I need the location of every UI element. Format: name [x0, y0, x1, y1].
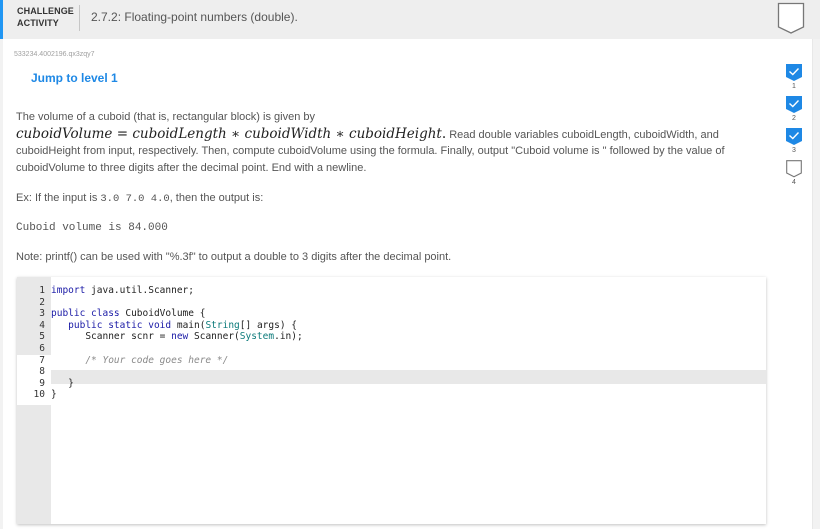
- line-number: 10: [33, 389, 45, 401]
- level-1-button[interactable]: 1: [783, 64, 805, 96]
- activity-type-line2: ACTIVITY: [17, 18, 59, 28]
- activity-title: 2.7.2: Floating-point numbers (double).: [91, 10, 298, 24]
- code-editor[interactable]: 1 import java.util.Scanner; 2 3 public class…: [17, 277, 766, 524]
- formula-op-2: ∗: [335, 125, 345, 142]
- line-number: 2: [39, 296, 45, 308]
- code-text[interactable]: Scanner scnr = new Scanner(System.in);: [48, 331, 303, 343]
- code-line[interactable]: 3 public class CuboidVolume {: [17, 308, 303, 320]
- level-4-button[interactable]: 4: [783, 160, 805, 192]
- code-text[interactable]: /* Your code goes here */: [48, 355, 228, 367]
- example-output: Cuboid volume is 84.000: [16, 222, 168, 234]
- example-input: 3.0 7.0 4.0: [100, 193, 170, 205]
- code-keyword: public class: [51, 308, 120, 320]
- right-rule: [812, 39, 820, 529]
- line-number: 5: [39, 331, 45, 343]
- code-text[interactable]: }: [48, 389, 57, 401]
- code-text[interactable]: [48, 297, 51, 309]
- note-text: Note: printf() can be used with "%.3f" t…: [16, 251, 452, 263]
- code-keyword: public static void: [68, 319, 172, 331]
- incomplete-badge-icon: [777, 2, 805, 35]
- code-token: [] args) {: [239, 319, 297, 331]
- code-keyword: new: [171, 331, 189, 343]
- level-list: 1 2 3 4: [783, 64, 805, 192]
- code-line[interactable]: 10}: [17, 389, 303, 401]
- activity-id: 533234.4002196.qx3zqy7: [14, 51, 95, 58]
- code-text[interactable]: [48, 343, 51, 355]
- formula-term-length: cuboidLength: [132, 125, 227, 142]
- formula-term-width: cuboidWidth: [244, 125, 332, 142]
- code-line[interactable]: 9 }: [17, 378, 303, 390]
- line-number: 3: [39, 308, 45, 320]
- code-type: String: [205, 319, 240, 331]
- check-badge-icon: [786, 96, 802, 113]
- left-rule: [0, 39, 3, 529]
- code-token: }: [51, 377, 74, 389]
- code-text[interactable]: public static void main(String[] args) {: [48, 320, 297, 332]
- level-number: 1: [792, 83, 796, 90]
- level-2-button[interactable]: 2: [783, 96, 805, 128]
- activity-type-label: CHALLENGE ACTIVITY: [17, 5, 79, 29]
- code-token: }: [51, 389, 57, 401]
- formula: cuboidVolume = cuboidLength ∗ cuboidWidt…: [16, 126, 446, 142]
- prompt-intro: The volume of a cuboid (that is, rectang…: [16, 111, 315, 123]
- code-token: Scanner(: [188, 331, 240, 343]
- code-text[interactable]: public class CuboidVolume {: [48, 308, 205, 320]
- example-prefix: Ex: If the input is: [16, 192, 101, 204]
- line-number: 4: [39, 319, 45, 331]
- level-number: 2: [792, 115, 796, 122]
- formula-equals: =: [116, 125, 129, 142]
- line-number: 7: [39, 354, 45, 366]
- line-number: 8: [39, 366, 45, 378]
- code-line[interactable]: 4 public static void main(String[] args)…: [17, 320, 303, 332]
- check-badge-icon: [786, 64, 802, 81]
- line-number: 1: [39, 285, 45, 296]
- code-token: main(: [171, 319, 206, 331]
- code-line[interactable]: 8: [17, 366, 303, 378]
- code-text[interactable]: }: [48, 378, 74, 390]
- formula-lhs: cuboidVolume: [16, 125, 113, 142]
- code-line[interactable]: 5 Scanner scnr = new Scanner(System.in);: [17, 331, 303, 343]
- code-token: CuboidVolume {: [119, 308, 206, 320]
- header-divider: [79, 5, 80, 31]
- code-comment: /* Your code goes here */: [85, 354, 229, 366]
- level-number: 4: [792, 179, 796, 186]
- code-line[interactable]: 7 /* Your code goes here */: [17, 355, 303, 367]
- line-number: 6: [39, 342, 45, 354]
- code-text[interactable]: [48, 366, 51, 378]
- code-keyword: import: [51, 285, 86, 296]
- formula-op-1: ∗: [231, 125, 241, 142]
- line-number: 9: [39, 377, 45, 389]
- empty-badge-icon: [786, 160, 802, 178]
- check-badge-icon: [786, 128, 802, 145]
- code-text[interactable]: import java.util.Scanner;: [48, 285, 194, 297]
- problem-statement: The volume of a cuboid (that is, rectang…: [16, 109, 766, 176]
- example-suffix: , then the output is:: [169, 192, 264, 204]
- code-line[interactable]: 6: [17, 343, 303, 355]
- code-token: java.util.Scanner;: [85, 285, 194, 296]
- activity-type-line1: CHALLENGE: [17, 6, 74, 16]
- code-line[interactable]: 2: [17, 297, 303, 309]
- level-number: 3: [792, 147, 796, 154]
- level-3-button[interactable]: 3: [783, 128, 805, 160]
- code-type: System: [239, 331, 275, 343]
- code-token: Scanner scnr =: [51, 331, 172, 343]
- code-token: .in);: [274, 331, 303, 343]
- activity-header: CHALLENGE ACTIVITY 2.7.2: Floating-point…: [0, 0, 820, 39]
- code-line[interactable]: 1 import java.util.Scanner;: [17, 285, 303, 297]
- code-lines[interactable]: 1 import java.util.Scanner; 2 3 public class…: [17, 285, 303, 401]
- jump-to-level-link[interactable]: Jump to level 1: [31, 71, 118, 85]
- formula-term-height: cuboidHeight: [349, 125, 442, 142]
- example-line: Ex: If the input is 3.0 7.0 4.0, then th…: [16, 192, 263, 205]
